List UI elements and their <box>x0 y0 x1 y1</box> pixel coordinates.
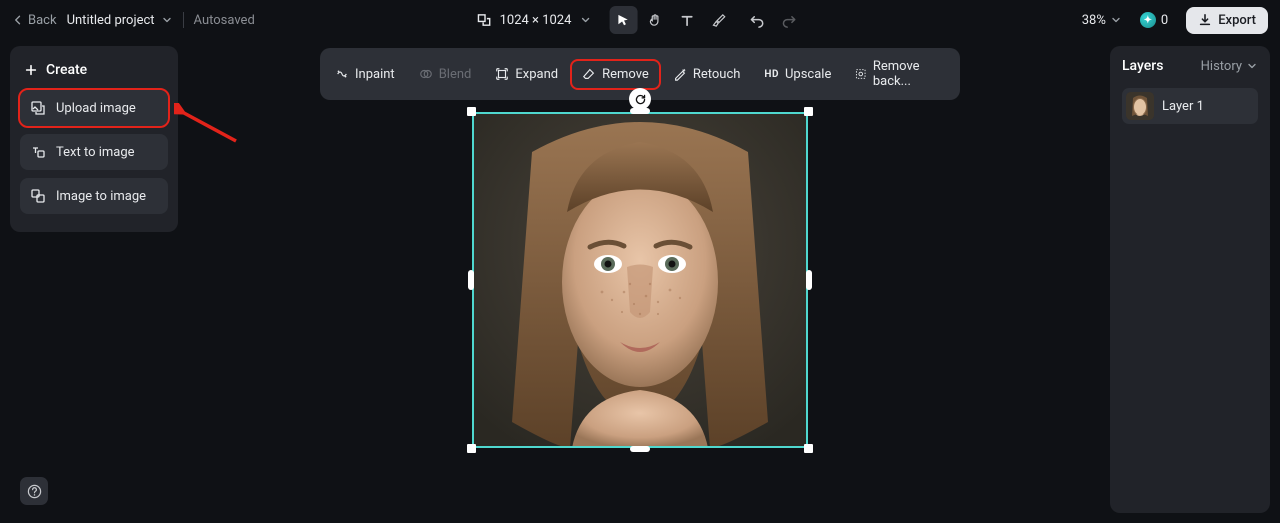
chevron-down-icon <box>161 14 173 26</box>
brush-icon <box>712 13 727 28</box>
layers-panel-header: Layers History <box>1122 58 1258 74</box>
help-button[interactable] <box>20 477 48 505</box>
header-right: 38% ✦ 0 Export <box>1082 7 1268 34</box>
credits-badge[interactable]: ✦ 0 <box>1132 8 1176 32</box>
annotation-arrow <box>174 103 244 153</box>
text-icon <box>680 13 695 28</box>
zoom-label: 38% <box>1082 13 1106 28</box>
expand-button[interactable]: Expand <box>484 60 569 89</box>
resize-edge-bottom[interactable] <box>630 446 650 452</box>
export-label: Export <box>1218 13 1256 28</box>
resize-edge-left[interactable] <box>468 270 474 290</box>
canvas-tool-group <box>609 6 803 34</box>
remove-bg-label: Remove back... <box>873 59 945 89</box>
blend-label: Blend <box>439 67 472 82</box>
undo-button[interactable] <box>743 6 771 34</box>
hand-icon <box>648 13 663 28</box>
layer-name: Layer 1 <box>1162 99 1204 114</box>
resize-handle-br[interactable] <box>804 444 813 453</box>
image-to-image-button[interactable]: Image to image <box>20 178 168 214</box>
redo-icon <box>782 13 797 28</box>
credits-value: 0 <box>1161 13 1168 28</box>
header-center: 1024 × 1024 <box>477 6 804 34</box>
blend-icon <box>419 67 433 81</box>
redo-button[interactable] <box>775 6 803 34</box>
project-name-label: Untitled project <box>67 13 155 28</box>
layer-thumbnail <box>1126 92 1154 120</box>
text-to-image-label: Text to image <box>56 145 135 160</box>
history-dropdown[interactable]: History <box>1201 59 1258 74</box>
text-to-image-button[interactable]: Text to image <box>20 134 168 170</box>
remove-button[interactable]: Remove <box>571 60 660 89</box>
create-panel-title: Create <box>46 62 87 78</box>
expand-icon <box>495 67 509 81</box>
image-to-image-label: Image to image <box>56 189 146 204</box>
chevron-down-icon <box>1246 60 1258 72</box>
text-tool[interactable] <box>673 6 701 34</box>
hand-tool[interactable] <box>641 6 669 34</box>
create-panel: Create Upload image Text to image Image … <box>10 46 178 232</box>
create-panel-header: Create <box>20 56 168 90</box>
expand-label: Expand <box>515 67 558 82</box>
resize-edge-right[interactable] <box>806 270 812 290</box>
inpaint-label: Inpaint <box>355 67 395 82</box>
upload-image-icon <box>30 100 46 116</box>
select-tool[interactable] <box>609 6 637 34</box>
dimensions-dropdown[interactable]: 1024 × 1024 <box>477 13 592 28</box>
export-button[interactable]: Export <box>1186 7 1268 34</box>
zoom-dropdown[interactable]: 38% <box>1082 13 1122 28</box>
remove-label: Remove <box>602 67 649 82</box>
project-name-dropdown[interactable]: Untitled project <box>67 13 173 28</box>
remove-bg-icon <box>855 67 866 81</box>
back-button[interactable]: Back <box>12 13 57 28</box>
retouch-icon <box>673 67 687 81</box>
autosave-status: Autosaved <box>194 13 255 28</box>
brush-tool[interactable] <box>705 6 733 34</box>
chevron-left-icon <box>12 14 24 26</box>
upload-image-label: Upload image <box>56 101 136 116</box>
upscale-button[interactable]: HD Upscale <box>753 60 842 89</box>
divider <box>183 12 184 28</box>
refresh-icon <box>634 93 647 106</box>
chevron-down-icon <box>1110 14 1122 26</box>
hd-icon: HD <box>764 69 779 80</box>
resize-edge-top[interactable] <box>630 108 650 114</box>
resize-handle-tr[interactable] <box>804 107 813 116</box>
resize-handle-tl[interactable] <box>467 107 476 116</box>
inpaint-button[interactable]: Inpaint <box>324 60 406 89</box>
plus-icon <box>24 63 38 77</box>
upload-image-button[interactable]: Upload image <box>20 90 168 126</box>
back-label: Back <box>28 13 57 28</box>
layers-title: Layers <box>1122 58 1163 74</box>
app-header: Back Untitled project Autosaved 1024 × 1… <box>0 0 1280 40</box>
regenerate-button[interactable] <box>629 88 651 110</box>
layers-panel: Layers History Layer 1 <box>1110 46 1270 513</box>
resize-handle-bl[interactable] <box>467 444 476 453</box>
text-to-image-icon <box>30 144 46 160</box>
aspect-icon <box>477 13 492 28</box>
retouch-label: Retouch <box>693 67 741 82</box>
blend-button[interactable]: Blend <box>408 60 483 89</box>
credit-gem-icon: ✦ <box>1140 12 1156 28</box>
inpaint-icon <box>335 67 349 81</box>
undo-icon <box>750 13 765 28</box>
layer-item[interactable]: Layer 1 <box>1122 88 1258 124</box>
upscale-label: Upscale <box>785 67 831 82</box>
download-icon <box>1198 13 1212 27</box>
header-left: Back Untitled project Autosaved <box>12 12 255 28</box>
help-icon <box>27 484 42 499</box>
dimensions-label: 1024 × 1024 <box>500 13 572 28</box>
remove-background-button[interactable]: Remove back... <box>844 52 956 96</box>
chevron-down-icon <box>579 14 591 26</box>
canvas-selection[interactable] <box>472 112 808 448</box>
eraser-icon <box>582 67 596 81</box>
cursor-icon <box>616 13 631 28</box>
selection-border <box>472 112 808 448</box>
image-to-image-icon <box>30 188 46 204</box>
history-label: History <box>1201 59 1242 74</box>
retouch-button[interactable]: Retouch <box>662 60 752 89</box>
